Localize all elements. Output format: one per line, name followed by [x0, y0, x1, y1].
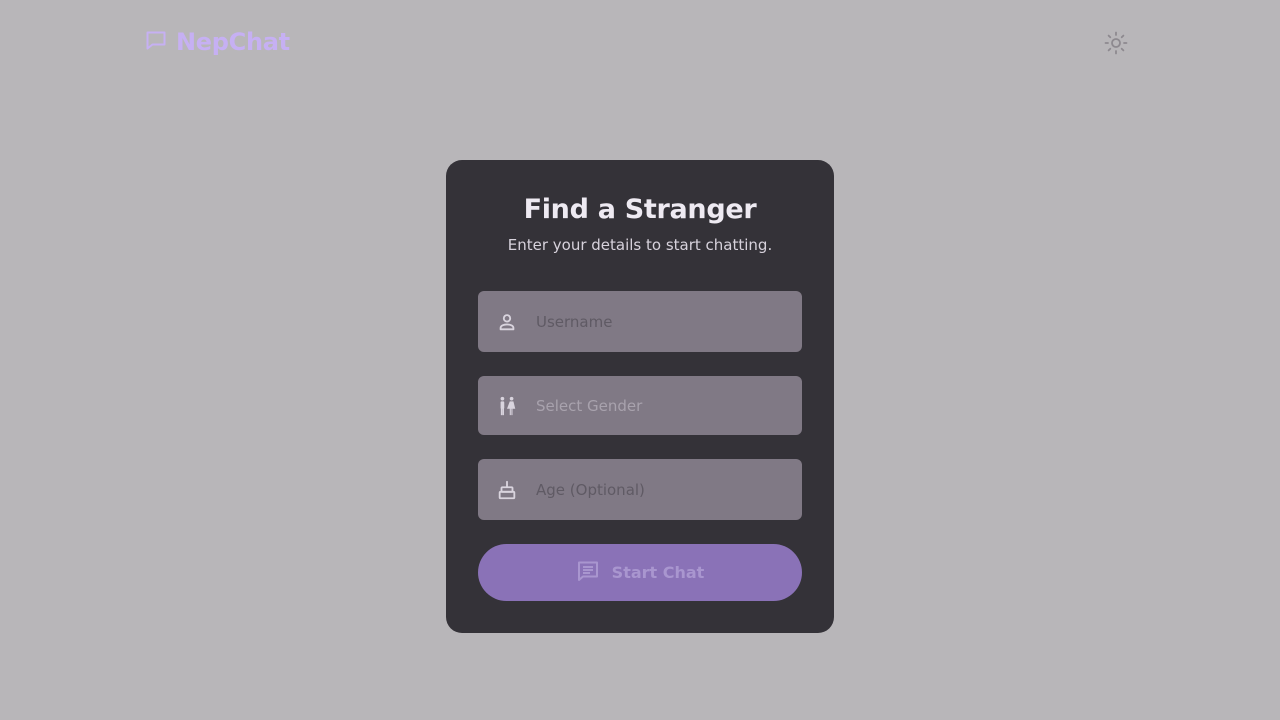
card-title: Find a Stranger [523, 194, 757, 225]
username-field[interactable] [478, 291, 802, 352]
username-input[interactable] [536, 312, 802, 331]
cake-icon [478, 479, 536, 501]
user-icon [478, 311, 536, 333]
age-input[interactable] [536, 480, 802, 499]
chat-icon [576, 559, 600, 586]
card-subtitle: Enter your details to start chatting. [507, 236, 773, 254]
gender-select[interactable]: Select Gender [478, 376, 802, 435]
start-chat-button[interactable]: Start Chat [478, 544, 802, 601]
gender-select-value[interactable]: Select Gender [536, 397, 802, 415]
find-stranger-card: Find a Stranger Enter your details to st… [446, 160, 834, 633]
chat-bubble-icon [144, 28, 168, 56]
start-chat-label: Start Chat [611, 563, 705, 582]
brand-name: NepChat [176, 28, 290, 56]
sun-icon [1104, 31, 1128, 58]
brand-logo-link[interactable]: NepChat [144, 28, 290, 56]
age-field[interactable] [478, 459, 802, 520]
theme-toggle-button[interactable] [1102, 30, 1130, 58]
gender-icon [478, 395, 536, 417]
top-header: NepChat [0, 0, 1280, 88]
